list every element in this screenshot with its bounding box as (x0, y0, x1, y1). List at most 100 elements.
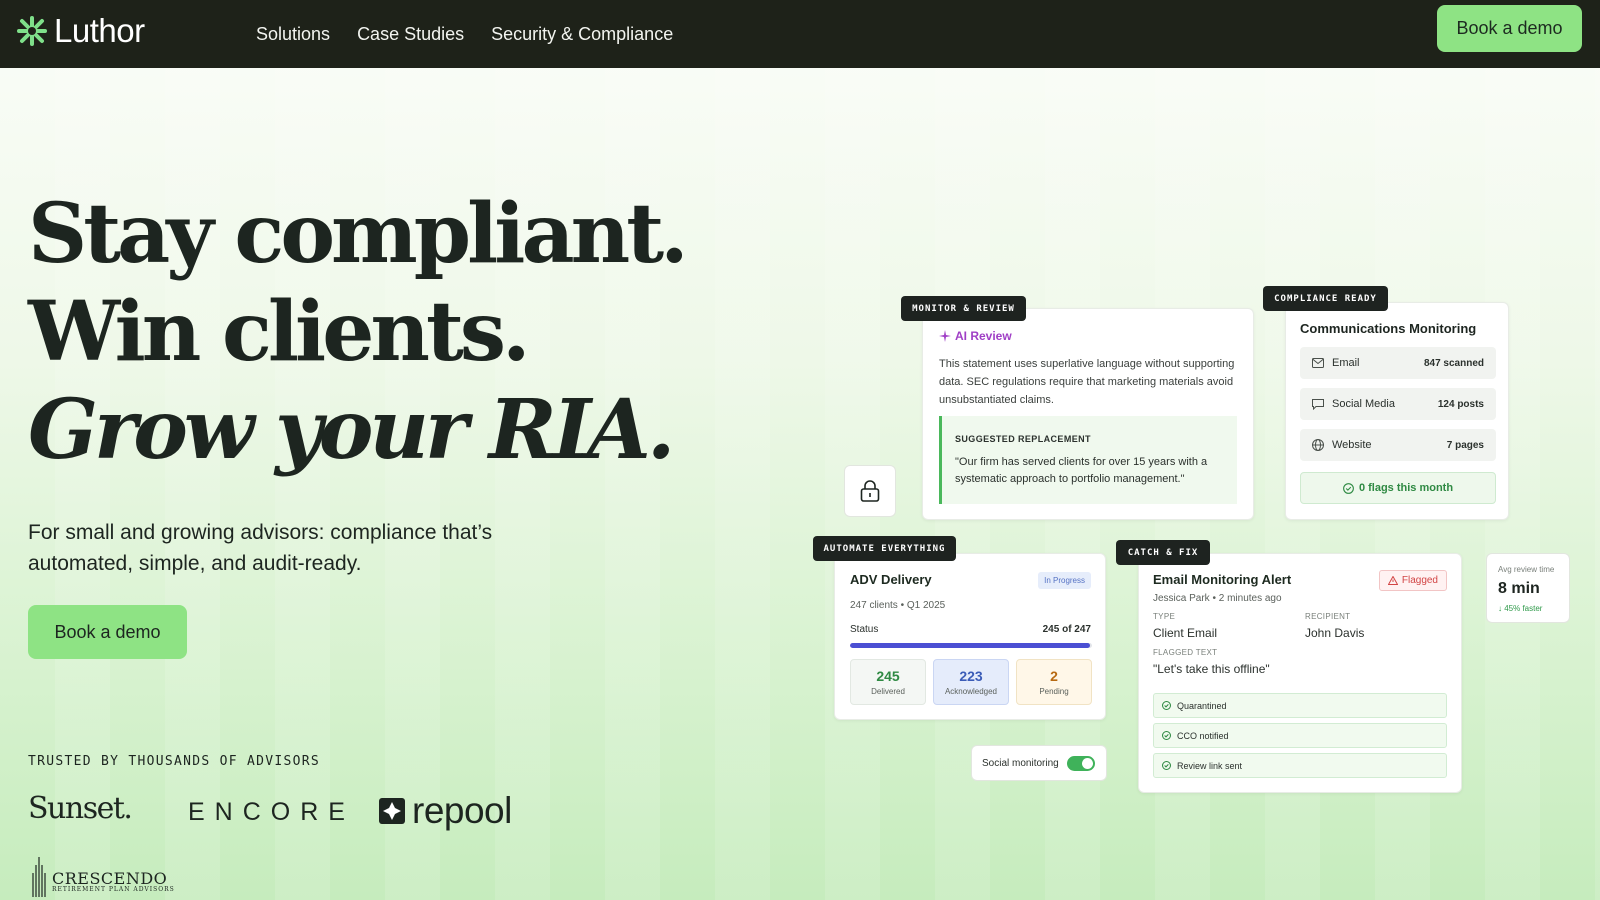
crescendo-subtitle: RETIREMENT PLAN ADVISORS (52, 886, 175, 893)
nav-case-studies[interactable]: Case Studies (357, 24, 464, 45)
type-label: TYPE (1153, 612, 1176, 621)
comms-row-social-media[interactable]: Social Media 124 posts (1300, 388, 1496, 420)
action-label: CCO notified (1177, 730, 1229, 741)
action-label: Quarantined (1177, 700, 1227, 711)
adv-progress-bar (850, 643, 1092, 648)
avg-delta: ↓ 45% faster (1498, 604, 1543, 613)
adv-status-count: 245 of 247 (1042, 624, 1091, 635)
tag-compliance-ready: COMPLIANCE READY (1263, 286, 1388, 311)
nav-links: Solutions Case Studies Security & Compli… (256, 0, 673, 68)
check-circle-icon (1162, 731, 1171, 740)
check-circle-icon (1162, 761, 1171, 770)
stat-pending: 2 Pending (1016, 659, 1092, 705)
comms-row-label: Social Media (1332, 398, 1395, 410)
warning-icon (1387, 576, 1398, 585)
sparkle-icon (939, 330, 951, 342)
suggested-replacement: SUGGESTED REPLACEMENT "Our firm has serv… (939, 416, 1237, 504)
brand-logo[interactable]: Luthor (16, 12, 145, 50)
adv-progress-fill (850, 643, 1091, 648)
avg-label: Avg review time (1498, 565, 1555, 574)
check-circle-icon (1162, 701, 1171, 710)
adv-title: ADV Delivery (850, 572, 932, 587)
nav-security-compliance[interactable]: Security & Compliance (491, 24, 673, 45)
ai-review-heading: AI Review (939, 329, 1012, 343)
chat-icon (1312, 398, 1326, 410)
avg-value: 8 min (1498, 580, 1540, 597)
globe-icon (1312, 439, 1326, 451)
flags-summary: 0 flags this month (1300, 472, 1496, 504)
email-alert-title: Email Monitoring Alert (1153, 572, 1292, 587)
tag-monitor-review: MONITOR & REVIEW (901, 296, 1026, 321)
status-badge: In Progress (1038, 572, 1091, 589)
toggle-label: Social monitoring (982, 757, 1059, 769)
repool-mark-icon (379, 798, 405, 824)
hero-subtitle: For small and growing advisors: complian… (28, 521, 493, 575)
comms-row-label: Email (1332, 357, 1360, 369)
flagged-text-value: "Let's take this offline" (1153, 662, 1270, 676)
repool-name: repool (412, 790, 512, 831)
suggested-replacement-text: "Our firm has served clients for over 15… (955, 456, 1208, 485)
action-label: Review link sent (1177, 760, 1243, 771)
avg-review-time-card: Avg review time 8 min ↓ 45% faster (1486, 553, 1570, 623)
hero-line-3: Grow your RIA. (28, 382, 675, 478)
nav-book-demo-button[interactable]: Book a demo (1437, 5, 1582, 52)
comms-row-value: 124 posts (1437, 398, 1484, 410)
ai-review-title: AI Review (955, 329, 1012, 343)
lock-tile (844, 465, 896, 517)
tag-catch-fix: CATCH & FIX (1116, 540, 1210, 565)
crescendo-mark-icon (32, 857, 46, 897)
tag-automate-everything: AUTOMATE EVERYTHING (813, 536, 956, 561)
email-meta: Jessica Park • 2 minutes ago (1153, 593, 1282, 604)
adv-status-label: Status (850, 624, 879, 635)
recipient-value: John Davis (1305, 626, 1365, 640)
stat-number: 2 (1050, 668, 1058, 684)
brand-name: Luthor (54, 12, 145, 49)
encore-logo: ENCORE (188, 798, 355, 826)
top-nav: Luthor Solutions Case Studies Security &… (0, 0, 1600, 68)
comms-row-value: 847 scanned (1423, 357, 1484, 369)
comms-row-website[interactable]: Website 7 pages (1300, 429, 1496, 461)
crescendo-name: CRESCENDO (52, 869, 168, 888)
ai-review-text: This statement uses superlative language… (939, 358, 1235, 406)
flagged-text-label: FLAGGED TEXT (1153, 648, 1218, 657)
flags-text: 0 flags this month (1358, 482, 1454, 494)
crescendo-logo: CRESCENDO RETIREMENT PLAN ADVISORS (28, 857, 175, 897)
comms-title: Communications Monitoring (1300, 321, 1477, 336)
social-monitoring-toggle[interactable] (1066, 755, 1095, 771)
stat-label: Acknowledged (944, 687, 998, 696)
adv-meta: 247 clients • Q1 2025 (850, 600, 946, 611)
lock-icon (860, 480, 880, 502)
action-review-link-sent: Review link sent (1153, 753, 1447, 778)
ai-review-card: AI Review This statement uses superlativ… (922, 308, 1254, 520)
hero-line-2: Win clients. (28, 284, 531, 380)
flagged-badge: Flagged (1378, 570, 1447, 591)
stat-delivered: 245 Delivered (850, 659, 926, 705)
flagged-text: Flagged (1401, 575, 1438, 586)
comms-row-value: 7 pages (1446, 439, 1484, 451)
comms-row-email[interactable]: Email 847 scanned (1300, 347, 1496, 379)
stat-number: 223 (959, 668, 983, 684)
crescendo-text: CRESCENDO RETIREMENT PLAN ADVISORS (52, 857, 175, 893)
nav-solutions[interactable]: Solutions (256, 24, 330, 45)
trusted-heading: TRUSTED BY THOUSANDS OF ADVISORS (28, 754, 321, 769)
check-circle-icon (1343, 482, 1354, 494)
hero-book-demo-button[interactable]: Book a demo (28, 605, 187, 659)
type-value: Client Email (1153, 626, 1218, 640)
hero-title: Stay compliant. Win clients. Grow your R… (28, 185, 689, 479)
adv-delivery-card: ADV Delivery In Progress 247 clients • Q… (834, 553, 1106, 720)
communications-monitoring-card: Communications Monitoring Email 847 scan… (1285, 302, 1509, 520)
mail-icon (1312, 358, 1326, 368)
action-cco-notified: CCO notified (1153, 723, 1447, 748)
suggested-replacement-label: SUGGESTED REPLACEMENT (955, 434, 1091, 444)
sunset-logo: Sunset. (28, 791, 133, 826)
email-monitoring-alert-card: Email Monitoring Alert Flagged Jessica P… (1138, 553, 1462, 793)
comms-row-label: Website (1332, 439, 1372, 451)
repool-logo: repool (378, 790, 512, 832)
stat-acknowledged: 223 Acknowledged (933, 659, 1009, 705)
social-monitoring-toggle-card: Social monitoring (971, 745, 1107, 781)
hero-line-1: Stay compliant. (28, 186, 689, 282)
stat-label: Delivered (871, 687, 905, 696)
action-quarantined: Quarantined (1153, 693, 1447, 718)
luthor-logo-icon (17, 16, 47, 46)
stat-number: 245 (876, 668, 900, 684)
